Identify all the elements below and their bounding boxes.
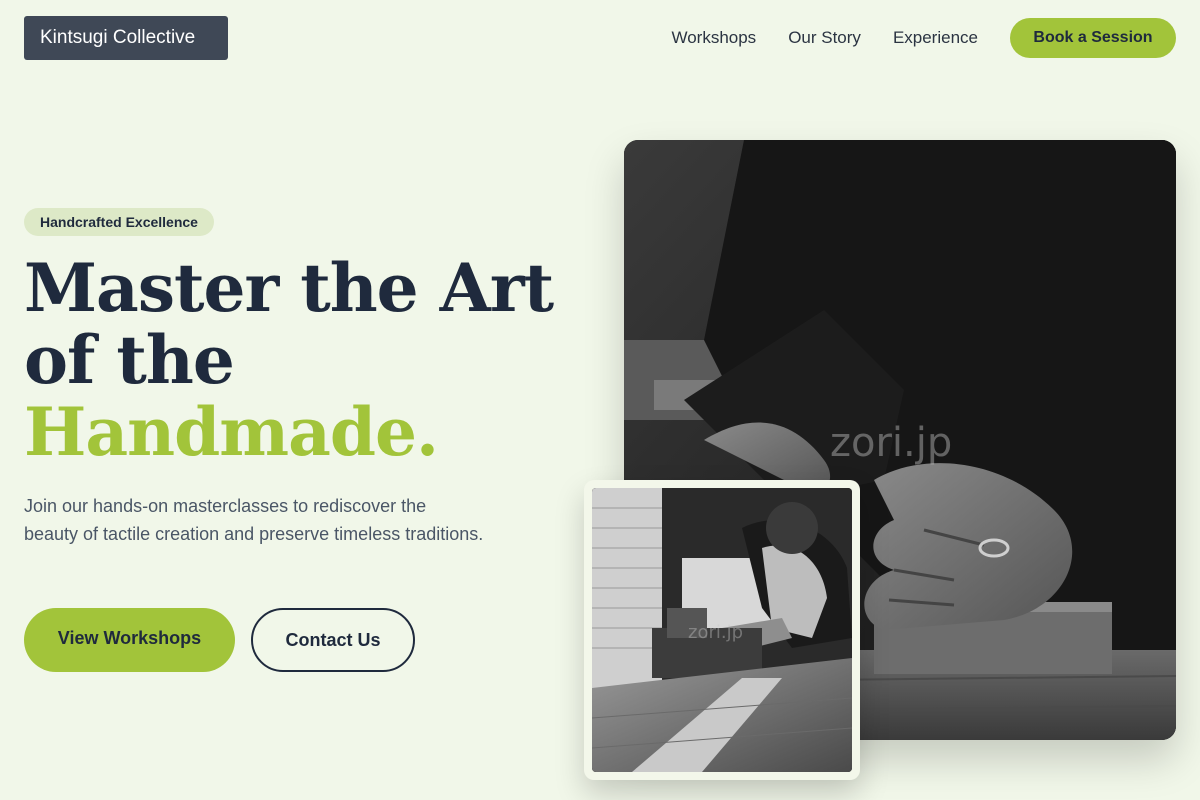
headline-accent: Handmade. bbox=[24, 393, 439, 471]
small-photo-watermark: zori.jp bbox=[688, 622, 744, 643]
main-nav: Workshops Our Story Experience Book a Se… bbox=[671, 18, 1176, 58]
hero-description: Join our hands-on masterclasses to redis… bbox=[24, 496, 484, 544]
nav-link-experience[interactable]: Experience bbox=[893, 18, 978, 58]
headline-line-2: of the bbox=[24, 321, 235, 399]
headline-line-1: Master the Art bbox=[24, 249, 554, 327]
book-session-button[interactable]: Book a Session bbox=[1010, 18, 1176, 58]
nav-link-our-story[interactable]: Our Story bbox=[788, 18, 861, 58]
workshop-photo-frame: zori.jp bbox=[584, 480, 860, 780]
view-workshops-button[interactable]: View Workshops bbox=[24, 608, 235, 672]
workshop-photo: zori.jp bbox=[592, 488, 852, 772]
nav-link-workshops[interactable]: Workshops bbox=[671, 18, 756, 58]
contact-us-button[interactable]: Contact Us bbox=[251, 608, 415, 672]
hero-headline: Master the Art of the Handmade. bbox=[24, 249, 554, 471]
hero-badge: Handcrafted Excellence bbox=[24, 208, 214, 236]
brand-logo[interactable]: Kintsugi Collective bbox=[24, 16, 228, 60]
main-photo-watermark: zori.jp bbox=[830, 420, 953, 466]
